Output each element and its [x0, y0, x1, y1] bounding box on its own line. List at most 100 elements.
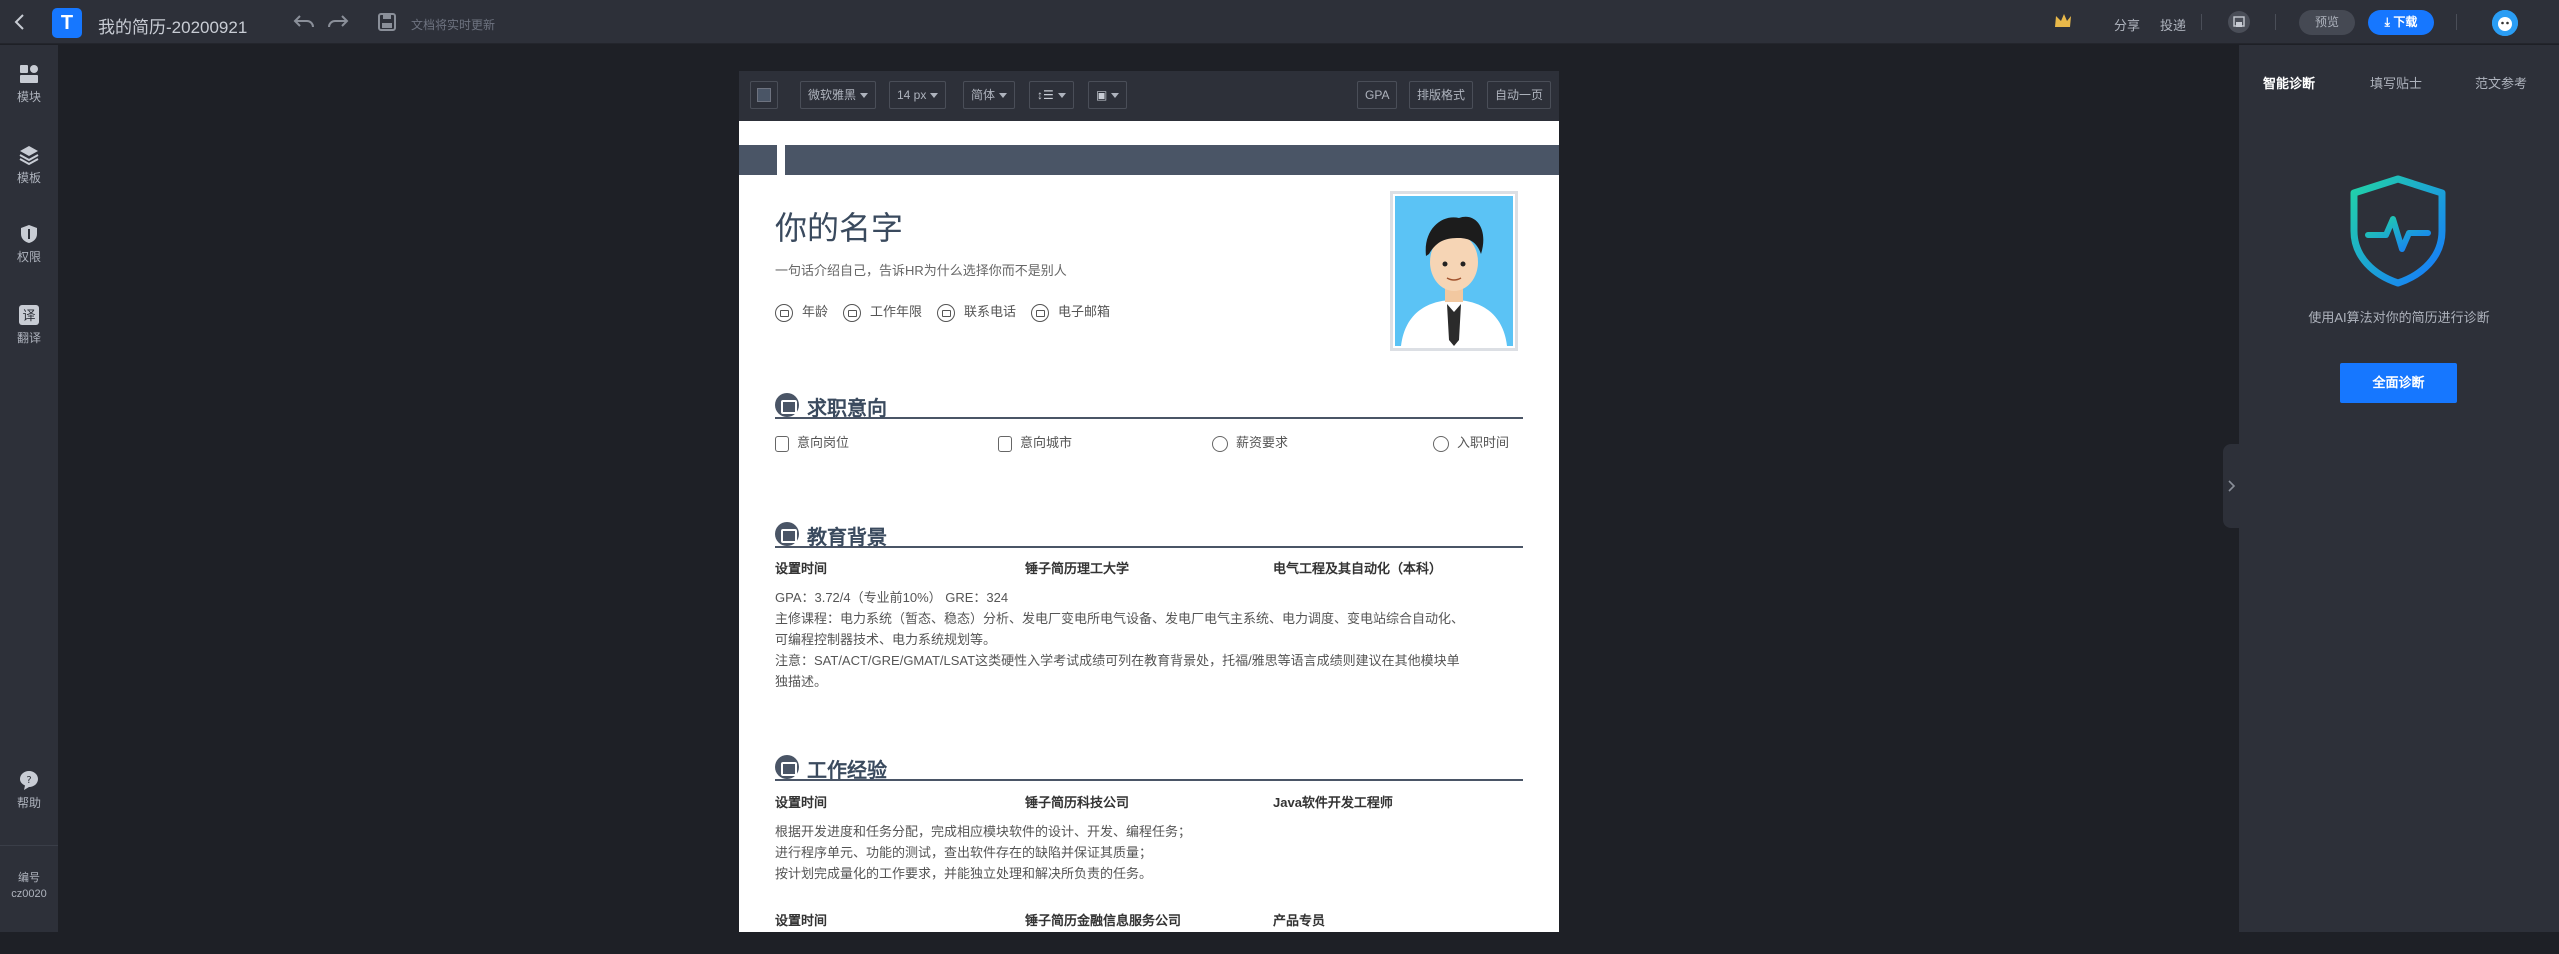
undo-icon[interactable] [292, 12, 316, 32]
profile-photo[interactable] [1390, 191, 1518, 351]
info-label: 工作年限 [870, 304, 923, 319]
resume-intro[interactable]: 一句话介绍自己，告诉HR为什么选择你而不是别人 [775, 260, 1067, 279]
panel-collapse-handle[interactable] [2223, 444, 2239, 528]
tab-sample-reference[interactable]: 范文参考 [2475, 73, 2527, 92]
sidebar-item-label: 翻译 [16, 331, 41, 345]
avatar-illustration [1393, 194, 1515, 348]
full-diagnosis-button[interactable]: 全面诊断 [2340, 363, 2457, 403]
work-description[interactable]: 根据开发进度和任务分配，完成相应模块软件的设计、开发、编程任务； 进行程序单元、… [775, 821, 1527, 884]
user-avatar[interactable] [2492, 10, 2518, 36]
deliver-link[interactable]: 投递 [2160, 15, 2186, 34]
intent-salary[interactable]: 薪资要求 [1212, 432, 1288, 452]
email-icon [1031, 303, 1049, 322]
edu-line: 独描述。 [775, 674, 828, 689]
chevron-down-icon [1057, 93, 1066, 99]
info-phone[interactable]: 联系电话 [937, 301, 1016, 322]
education-description[interactable]: GPA：3.72/4（专业前10%） GRE：324 主修课程：电力系统（暂态、… [775, 587, 1527, 692]
banner-gap [777, 145, 785, 175]
section-work-experience[interactable]: 工作经验 [775, 753, 1523, 782]
print-icon[interactable] [2228, 11, 2250, 33]
resume-code: 编号 cz0020 [0, 845, 58, 925]
job-intent-icon [775, 393, 799, 417]
intent-label: 意向城市 [1020, 435, 1073, 450]
chevron-down-icon [999, 93, 1008, 99]
sidebar-item-translate[interactable]: 译 翻译 [0, 304, 58, 360]
work-line: 根据开发进度和任务分配，完成相应模块软件的设计、开发、编程任务； [775, 824, 1192, 839]
code-label: 编号 [18, 872, 40, 884]
redo-icon[interactable] [326, 12, 350, 32]
svg-text:译: 译 [22, 309, 35, 324]
auto-one-page-button[interactable]: 自动一页 [1487, 81, 1552, 109]
section-title: 求职意向 [807, 398, 887, 420]
divider [2456, 14, 2457, 30]
download-button[interactable]: ⤓ 下载 [2368, 10, 2434, 35]
svg-text:?: ? [26, 775, 31, 786]
edu-line: 注意：SAT/ACT/GRE/GMAT/LSAT这类硬性入学考试成绩可列在教育背… [775, 653, 1460, 668]
resume-name[interactable]: 你的名字 [775, 203, 903, 249]
work-company: 锤子简历科技公司 [1025, 795, 1130, 810]
info-label: 电子邮箱 [1058, 304, 1111, 319]
intent-start-time[interactable]: 入职时间 [1433, 432, 1509, 452]
divider [2201, 14, 2202, 30]
shield-pulse-icon [2350, 175, 2446, 287]
sidebar-item-label: 帮助 [16, 796, 41, 810]
diagnosis-description: 使用AI算法对你的简历进行诊断 [2308, 310, 2490, 325]
sidebar-item-permission[interactable]: 权限 [0, 223, 58, 279]
clock-icon [1433, 435, 1449, 452]
help-icon: ? [20, 771, 38, 790]
chevron-down-icon [860, 93, 869, 99]
script-value: 简体 [971, 88, 996, 102]
back-arrow-icon[interactable] [10, 11, 30, 33]
left-sidebar: 模块 模板 权限 译 翻译 ? 帮助 编号 cz0020 [0, 45, 58, 932]
phone-icon [937, 303, 955, 322]
preview-button[interactable]: 预览 [2299, 10, 2355, 35]
city-icon [998, 435, 1012, 452]
section-title: 工作经验 [807, 760, 887, 782]
intent-label: 入职时间 [1457, 435, 1510, 450]
download-label: 下载 [2393, 15, 2418, 29]
section-education[interactable]: 教育背景 [775, 520, 1523, 549]
job-intent-row: 意向岗位 意向城市 薪资要求 入职时间 [775, 432, 1523, 452]
edu-line: GPA：3.72/4（专业前10%） GRE：324 [775, 590, 1009, 605]
gpa-button[interactable]: GPA [1357, 81, 1398, 109]
tab-smart-diagnosis[interactable]: 智能诊断 [2263, 73, 2315, 92]
sidebar-item-module[interactable]: 模块 [0, 63, 58, 119]
education-row[interactable]: 设置时间 锤子简历理工大学 电气工程及其自动化（本科） [775, 558, 1523, 576]
work-line: 进行程序单元、功能的测试，查出软件存在的缺陷并保证其质量； [775, 845, 1153, 860]
save-icon[interactable] [377, 12, 397, 32]
template-icon [19, 146, 39, 166]
chevron-down-icon [930, 93, 939, 99]
info-age[interactable]: 年龄 [775, 301, 828, 322]
line-height-select[interactable]: ↕☰ [1029, 81, 1074, 109]
document-title[interactable]: 我的简历-20200921 [98, 13, 247, 38]
layout-format-button[interactable]: 排版格式 [1409, 81, 1474, 109]
work-row[interactable]: 设置时间 锤子简历金融信息服务公司 产品专员 [775, 910, 1523, 928]
line-height-icon: ↕☰ [1037, 88, 1054, 102]
right-panel: 智能诊断 填写贴士 范文参考 使用AI算法对你的简历进行诊断 全面诊断 [2239, 45, 2559, 932]
work-row[interactable]: 设置时间 锤子简历科技公司 Java软件开发工程师 [775, 792, 1523, 810]
tab-writing-tips[interactable]: 填写贴士 [2370, 73, 2422, 92]
age-icon [775, 303, 793, 322]
intent-label: 意向岗位 [797, 435, 850, 450]
theme-color-picker[interactable] [750, 81, 778, 109]
permission-icon [21, 225, 37, 243]
app-logo[interactable]: T [52, 8, 82, 38]
divider [2275, 14, 2276, 30]
vip-crown-icon[interactable] [2053, 12, 2073, 30]
work-role: 产品专员 [1273, 913, 1326, 928]
info-email[interactable]: 电子邮箱 [1031, 301, 1110, 322]
sidebar-item-template[interactable]: 模板 [0, 144, 58, 200]
font-size-value: 14 px [897, 88, 927, 102]
work-time: 设置时间 [775, 795, 828, 810]
font-family-select[interactable]: 微软雅黑 [800, 81, 877, 109]
share-link[interactable]: 分享 [2114, 15, 2140, 34]
position-icon [775, 435, 789, 452]
margin-select[interactable]: ▣ [1088, 81, 1128, 109]
section-job-intent[interactable]: 求职意向 [775, 391, 1523, 420]
sidebar-item-help[interactable]: ? 帮助 [0, 769, 58, 825]
intent-city[interactable]: 意向城市 [998, 432, 1072, 452]
font-size-select[interactable]: 14 px [889, 81, 947, 109]
info-work-years[interactable]: 工作年限 [843, 301, 922, 322]
intent-position[interactable]: 意向岗位 [775, 432, 849, 452]
script-select[interactable]: 简体 [963, 81, 1016, 109]
